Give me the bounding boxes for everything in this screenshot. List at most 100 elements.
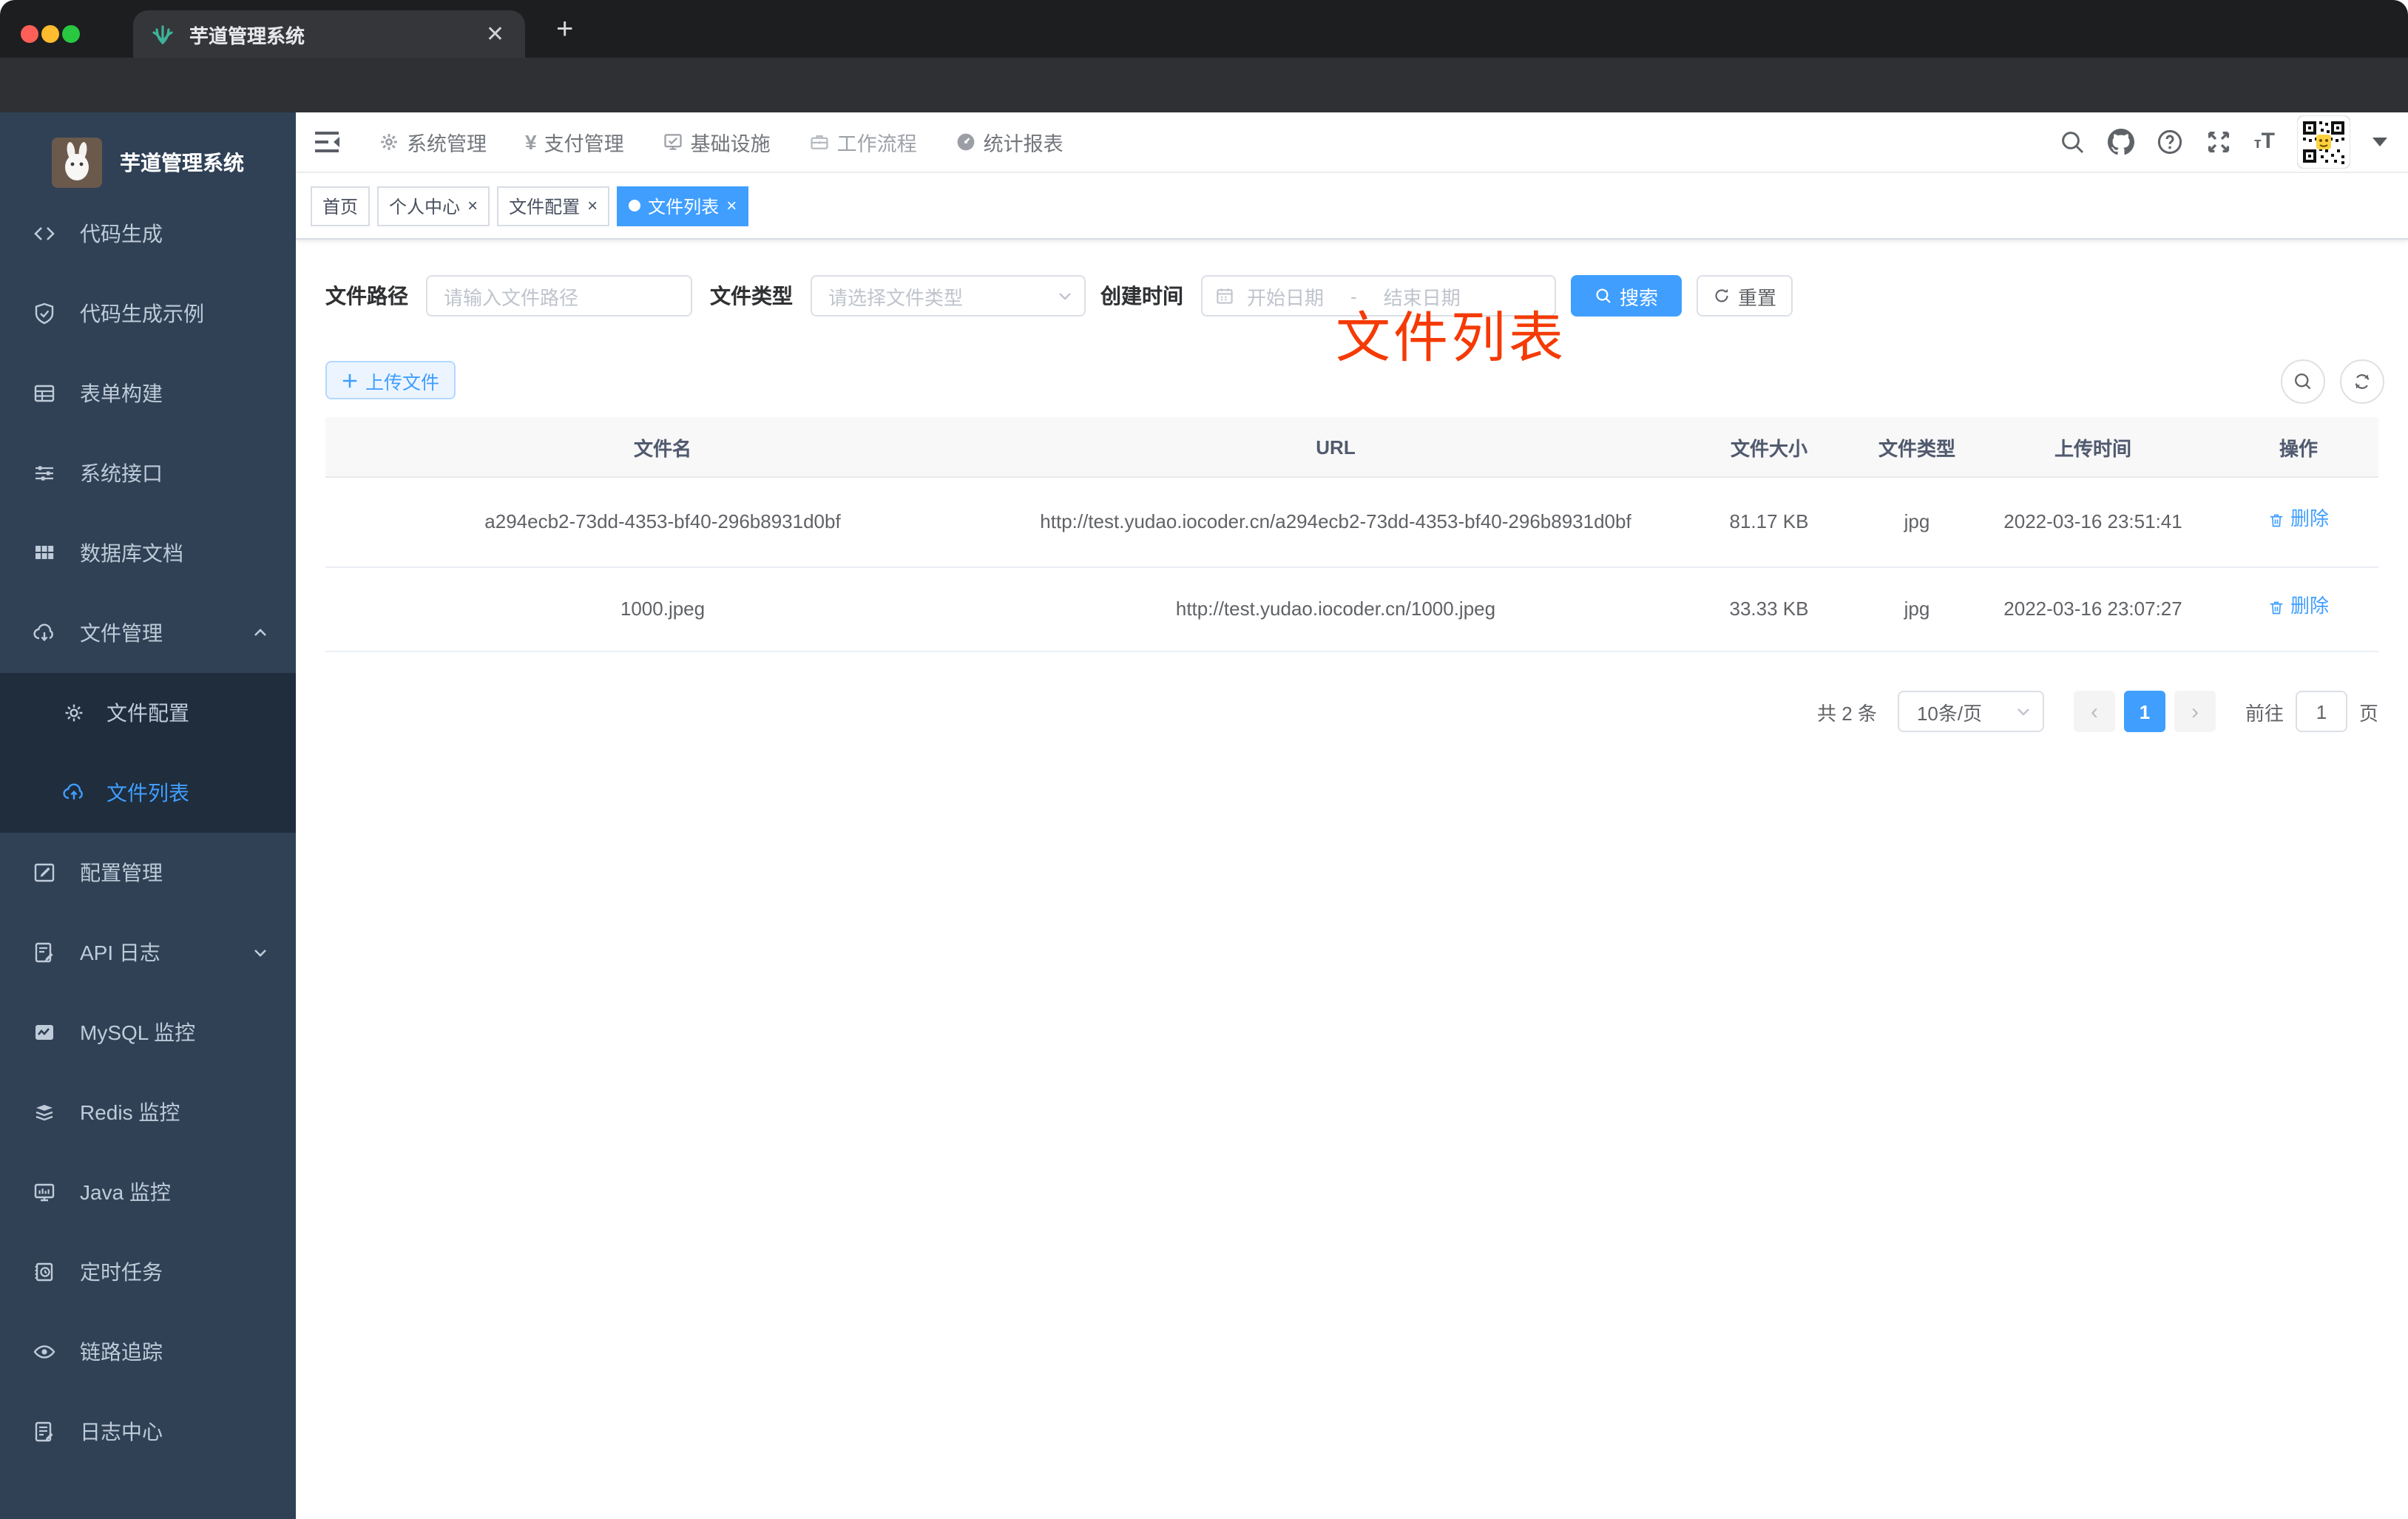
current-page-button[interactable]: 1 xyxy=(2123,691,2165,732)
close-icon[interactable]: × xyxy=(467,195,478,216)
goto-page-input[interactable]: 1 xyxy=(2295,691,2347,732)
next-page-button[interactable]: › xyxy=(2174,691,2216,732)
tag-home[interactable]: 首页 xyxy=(311,186,371,226)
chevron-up-icon xyxy=(254,629,266,636)
header-actions: тT xyxy=(2059,112,2387,172)
fullscreen-icon[interactable] xyxy=(2205,129,2232,155)
top-navigation: 系统管理 ¥ 支付管理 基础设施 工作流程 统计报表 xyxy=(379,127,1063,157)
chevron-down-icon xyxy=(1059,293,1071,300)
col-url: URL xyxy=(1000,417,1671,478)
sidebar-logo[interactable]: 芋道管理系统 xyxy=(52,133,296,192)
close-icon[interactable]: × xyxy=(726,195,737,216)
refresh-icon xyxy=(2355,374,2370,389)
browser-titlebar: 芋道管理系统 ✕ + xyxy=(0,0,2408,58)
sidebar-collapse-icon[interactable] xyxy=(311,126,343,158)
reset-button[interactable]: 重置 xyxy=(1697,275,1793,317)
goto-label: 前往 xyxy=(2245,702,2284,724)
app-header: 系统管理 ¥ 支付管理 基础设施 工作流程 统计报表 тT xyxy=(296,112,2408,173)
file-type-label: 文件类型 xyxy=(710,284,793,308)
main-area: 文件列表 系统管理 ¥ 支付管理 基础设施 工作流程 统计报表 тT 首页 个人… xyxy=(296,112,2408,1519)
nav-item-workflow[interactable]: 工作流程 xyxy=(809,127,917,157)
delete-button[interactable]: 删除 xyxy=(2268,592,2329,623)
chevron-down-icon xyxy=(2018,708,2029,716)
file-table: 文件名 URL 文件大小 文件类型 上传时间 操作 a294ecb2-73dd-… xyxy=(325,417,2378,652)
delete-button[interactable]: 删除 xyxy=(2268,505,2329,536)
page-unit-label: 页 xyxy=(2358,702,2378,724)
file-path-input[interactable]: 请输入文件路径 xyxy=(426,275,692,317)
create-time-label: 创建时间 xyxy=(1100,284,1183,308)
browser-tab[interactable]: 芋道管理系统 ✕ xyxy=(133,10,525,58)
cell-file-type: jpg xyxy=(1867,567,1967,652)
search-icon[interactable] xyxy=(2059,129,2086,155)
trash-icon xyxy=(2270,601,2284,614)
prev-page-button[interactable]: ‹ xyxy=(2073,691,2115,732)
search-icon xyxy=(1596,288,1611,303)
sidebar: 芋道管理系统 代码生成 代码生成示例 表单构建 系统接口 数据库文档 文件管理 … xyxy=(0,112,296,1519)
page-size-select[interactable]: 10条/页 xyxy=(1897,691,2044,732)
refresh-table-button[interactable] xyxy=(2340,359,2384,404)
sidebar-menu: 代码生成 代码生成示例 表单构建 系统接口 数据库文档 文件管理 文件配置 文件… xyxy=(0,194,296,1472)
app-title: 芋道管理系统 xyxy=(120,151,244,175)
monitor-icon xyxy=(34,1183,55,1202)
file-type-select[interactable]: 请选择文件类型 xyxy=(811,275,1086,317)
eye-icon xyxy=(33,1345,55,1359)
task-clock-icon xyxy=(35,1262,53,1282)
help-icon[interactable] xyxy=(2157,129,2183,155)
sidebar-item-scheduled-tasks[interactable]: 定时任务 xyxy=(0,1232,296,1312)
sidebar-submenu-file: 文件配置 文件列表 xyxy=(0,673,296,833)
tab-title: 芋道管理系统 xyxy=(189,24,305,47)
sidebar-item-redis-monitor[interactable]: Redis 监控 xyxy=(0,1072,296,1152)
sidebar-item-mysql-monitor[interactable]: MySQL 监控 xyxy=(0,992,296,1072)
font-size-icon[interactable]: тT xyxy=(2254,130,2275,154)
github-icon[interactable] xyxy=(2107,129,2134,155)
col-file-type: 文件类型 xyxy=(1867,417,1967,478)
sidebar-item-system-api[interactable]: 系统接口 xyxy=(0,433,296,513)
sidebar-item-code-generation[interactable]: 代码生成 xyxy=(0,194,296,274)
show-search-toggle-button[interactable] xyxy=(2281,359,2325,404)
upload-file-button[interactable]: 上传文件 xyxy=(325,361,456,399)
cloud-upload-icon xyxy=(63,783,83,799)
sidebar-item-file-config[interactable]: 文件配置 xyxy=(0,673,296,753)
sidebar-item-db-doc[interactable]: 数据库文档 xyxy=(0,513,296,593)
total-count: 共 2 条 xyxy=(1817,702,1877,724)
pagination: 共 2 条 10条/页 ‹ 1 › 前往 1 页 xyxy=(325,691,2378,732)
col-upload-time: 上传时间 xyxy=(1967,417,2219,478)
cell-upload-time: 2022-03-16 23:51:41 xyxy=(1967,477,2219,568)
logo-avatar xyxy=(52,138,102,188)
sidebar-item-tracing[interactable]: 链路追踪 xyxy=(0,1312,296,1392)
nav-item-payment[interactable]: ¥ 支付管理 xyxy=(525,127,624,157)
zoom-window-button[interactable] xyxy=(62,25,80,43)
table-icon xyxy=(34,385,55,402)
close-window-button[interactable] xyxy=(21,25,38,43)
sidebar-item-file-list[interactable]: 文件列表 xyxy=(0,753,296,833)
sidebar-item-api-log[interactable]: API 日志 xyxy=(0,913,296,992)
gear-icon xyxy=(381,134,397,150)
cloud-download-icon xyxy=(33,623,53,642)
nav-item-system[interactable]: 系统管理 xyxy=(379,127,487,157)
new-tab-button[interactable]: + xyxy=(556,15,573,44)
monitor-check-icon xyxy=(663,134,682,150)
gear-icon xyxy=(65,704,83,722)
tag-profile[interactable]: 个人中心 × xyxy=(377,186,490,226)
cell-upload-time: 2022-03-16 23:07:27 xyxy=(1967,567,2219,652)
user-avatar-qr[interactable] xyxy=(2297,115,2350,169)
search-button[interactable]: 搜索 xyxy=(1571,275,1682,317)
sidebar-item-code-example[interactable]: 代码生成示例 xyxy=(0,274,296,353)
nav-item-infrastructure[interactable]: 基础设施 xyxy=(663,127,771,157)
sidebar-item-file-management[interactable]: 文件管理 xyxy=(0,593,296,673)
cell-file-type: jpg xyxy=(1867,477,1967,568)
chart-monitor-icon xyxy=(35,1025,53,1040)
avatar-dropdown-caret[interactable] xyxy=(2373,138,2387,146)
minimize-window-button[interactable] xyxy=(41,25,59,43)
sidebar-item-form-builder[interactable]: 表单构建 xyxy=(0,353,296,433)
table-header-row: 文件名 URL 文件大小 文件类型 上传时间 操作 xyxy=(325,417,2378,478)
sidebar-item-java-monitor[interactable]: Java 监控 xyxy=(0,1152,296,1232)
sidebar-item-config-management[interactable]: 配置管理 xyxy=(0,833,296,913)
tag-file-list-active[interactable]: 文件列表 × xyxy=(617,186,749,226)
cell-file-size: 81.17 KB xyxy=(1671,477,1867,568)
tag-file-config[interactable]: 文件配置 × xyxy=(497,186,610,226)
nav-item-reports[interactable]: 统计报表 xyxy=(956,127,1063,157)
tab-close-icon[interactable]: ✕ xyxy=(486,21,504,47)
sidebar-item-log-center[interactable]: 日志中心 xyxy=(0,1392,296,1472)
close-icon[interactable]: × xyxy=(587,195,598,216)
